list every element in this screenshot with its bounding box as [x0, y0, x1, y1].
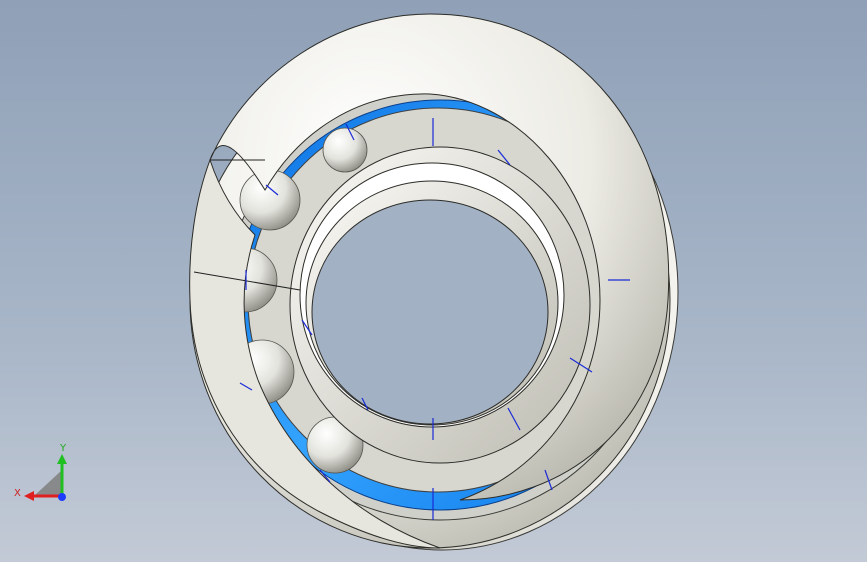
x-axis-label: X [14, 488, 21, 499]
y-axis-label: Y [59, 443, 67, 454]
triad-plane [34, 470, 62, 496]
y-axis-arrow [57, 454, 67, 464]
x-axis-arrow [24, 491, 34, 501]
ball [322, 127, 368, 173]
graphics-viewport[interactable]: Y X [0, 0, 867, 562]
coordinate-axes-icon: Y X [14, 443, 67, 501]
z-axis-dot [58, 493, 66, 501]
bearing-model[interactable] [0, 0, 867, 562]
